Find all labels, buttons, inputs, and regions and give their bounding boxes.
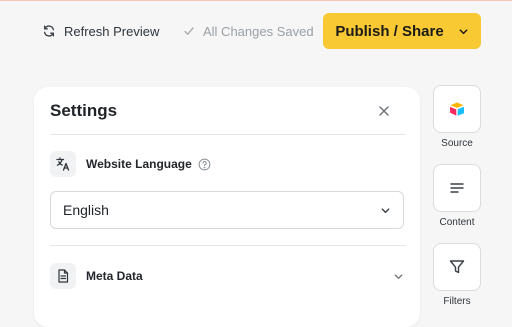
- save-status-label: All Changes Saved: [203, 23, 314, 39]
- lines-icon: [450, 183, 464, 193]
- refresh-icon: [43, 25, 55, 37]
- publish-share-button[interactable]: Publish / Share: [323, 13, 481, 49]
- website-language-select[interactable]: English: [50, 191, 404, 229]
- close-settings-button[interactable]: [374, 101, 394, 121]
- airtable-logo-icon: [450, 102, 464, 116]
- refresh-preview-label: Refresh Preview: [64, 23, 160, 39]
- chevron-down-icon: [459, 28, 468, 34]
- source-button[interactable]: [433, 85, 481, 133]
- document-icon-tile: [50, 263, 76, 289]
- publish-share-label: Publish / Share: [335, 22, 444, 40]
- chevron-down-icon: [394, 274, 403, 279]
- website-language-value: English: [63, 202, 109, 218]
- website-language-label: Website Language: [86, 157, 192, 171]
- top-accent-line: [0, 0, 512, 1]
- check-icon: [184, 27, 194, 35]
- funnel-icon: [449, 260, 465, 274]
- divider: [50, 134, 406, 135]
- refresh-preview-button[interactable]: Refresh Preview: [42, 20, 159, 42]
- panel-title: Settings: [50, 101, 118, 120]
- website-language-label-row: Website Language: [86, 157, 211, 171]
- save-status: All Changes Saved: [183, 20, 314, 42]
- meta-data-section-toggle[interactable]: Meta Data: [50, 261, 406, 291]
- settings-panel: Settings Website Language English Meta D…: [34, 87, 420, 327]
- translate-icon: [56, 157, 70, 171]
- help-icon[interactable]: [198, 158, 211, 171]
- divider: [50, 245, 406, 246]
- meta-data-label: Meta Data: [86, 269, 143, 283]
- filters-button[interactable]: [433, 243, 481, 291]
- content-button[interactable]: [433, 164, 481, 212]
- document-icon: [58, 269, 69, 283]
- filters-label: Filters: [443, 296, 471, 307]
- source-label: Source: [441, 138, 473, 149]
- chevron-down-icon: [381, 208, 390, 214]
- content-label: Content: [439, 217, 475, 228]
- translate-icon-tile: [50, 151, 76, 177]
- close-icon: [379, 106, 389, 116]
